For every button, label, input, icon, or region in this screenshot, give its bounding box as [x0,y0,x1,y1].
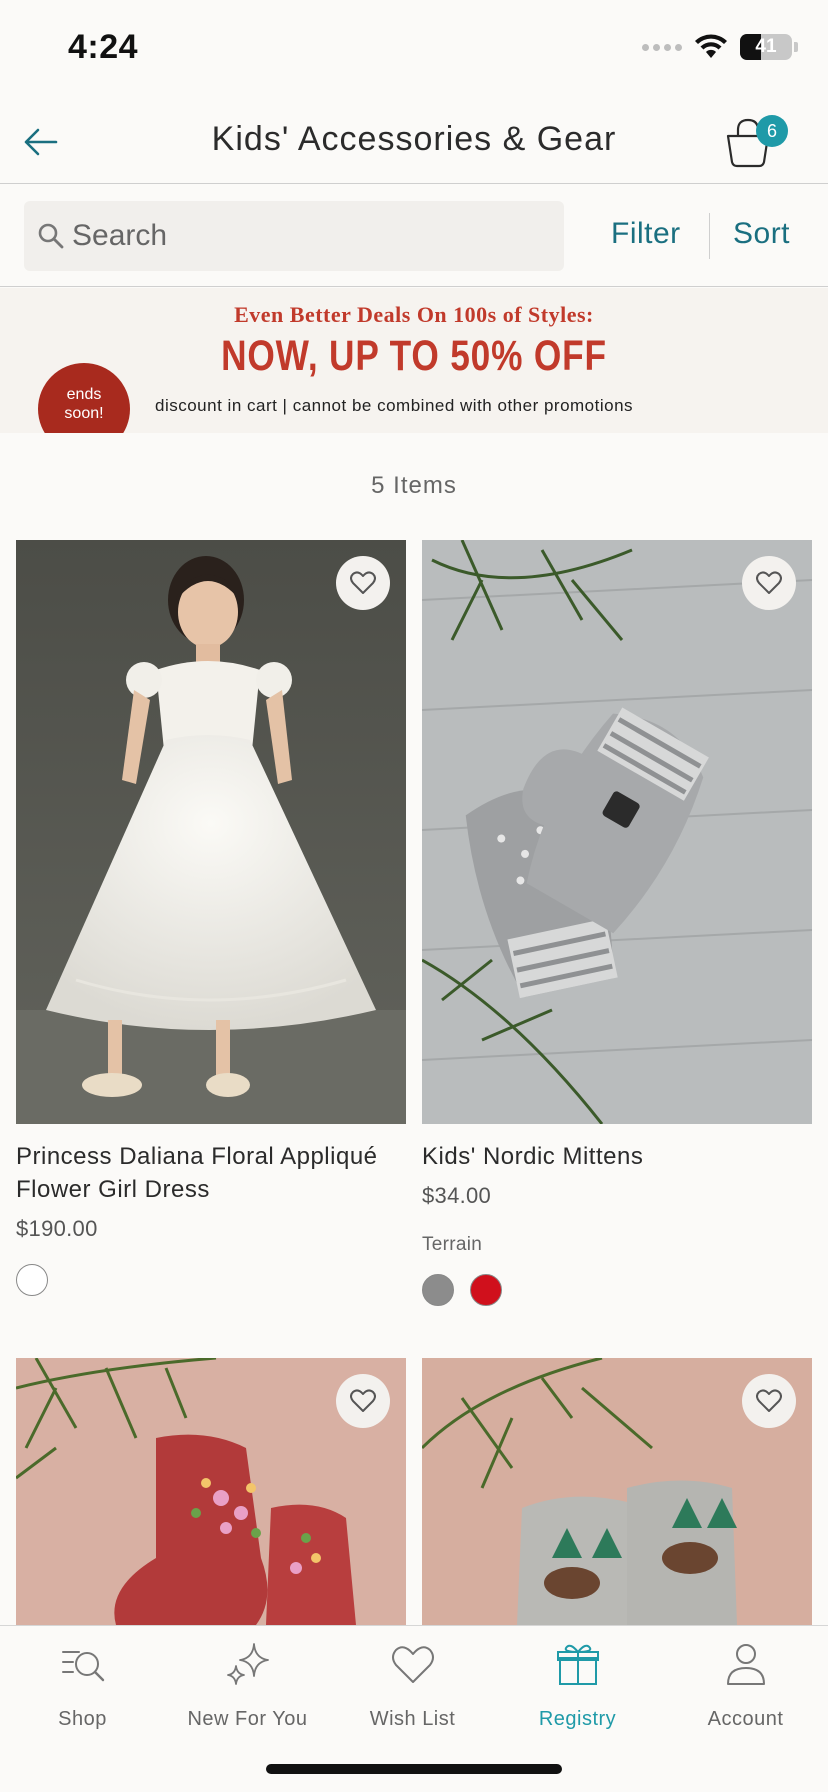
product-card[interactable] [422,1358,812,1628]
status-bar: 4:24 41 [0,0,828,100]
tab-label: Account [707,1708,784,1730]
cart-count-badge: 6 [756,115,788,147]
color-swatch[interactable] [470,1274,502,1306]
product-brand: Terrain [422,1234,483,1255]
tab-account[interactable]: Account [663,1626,828,1746]
page-title: Kids' Accessories & Gear [211,120,617,158]
tab-label: Wish List [369,1708,456,1730]
color-swatch[interactable] [16,1264,48,1296]
mittens-photo [422,540,812,1124]
product-price: $34.00 [422,1183,492,1208]
gift-icon [556,1644,599,1685]
tab-label: New For You [187,1708,308,1730]
person-icon [726,1644,765,1685]
search-input[interactable] [72,201,552,271]
promo-banner[interactable]: Even Better Deals On 100s of Styles: NOW… [0,288,828,433]
search-filter-bar: Filter Sort [0,185,828,287]
product-image[interactable] [422,540,812,1124]
shop-search-icon [61,1651,104,1682]
product-name[interactable]: Princess Daliana Floral Appliqué Flower … [16,1140,416,1206]
promo-headline: NOW, UP TO 50% OFF [221,332,607,380]
wishlist-button[interactable] [336,1374,390,1428]
wishlist-button[interactable] [742,556,796,610]
wifi-icon [695,34,727,58]
results-count: 5 Items [371,472,457,499]
product-image[interactable] [16,1358,406,1625]
tab-label: Shop [58,1708,107,1730]
heart-icon [350,571,376,594]
product-image[interactable] [16,540,406,1124]
tab-registry[interactable]: Registry [495,1626,660,1746]
color-swatches [422,1274,502,1306]
cellular-signal-icon [642,43,682,51]
sparkle-icon [226,1643,269,1685]
color-swatches [16,1264,48,1296]
app-header: Kids' Accessories & Gear 6 [0,100,828,184]
status-time: 4:24 [68,28,139,66]
heart-icon [350,1389,376,1412]
sort-button[interactable]: Sort [733,217,790,251]
heart-icon [391,1646,434,1683]
wishlist-button[interactable] [336,556,390,610]
product-price: $190.00 [16,1216,98,1241]
product-name[interactable]: Kids' Nordic Mittens [422,1140,822,1173]
search-box[interactable] [24,201,564,271]
product-image[interactable] [422,1358,812,1625]
wishlist-button[interactable] [742,1374,796,1428]
tab-new-for-you[interactable]: New For You [165,1626,330,1746]
heart-icon [756,1389,782,1412]
tab-shop[interactable]: Shop [0,1626,165,1746]
filter-button[interactable]: Filter [611,217,681,251]
dress-photo [16,540,406,1124]
promo-subtitle: Even Better Deals On 100s of Styles: [234,302,594,327]
battery-icon: 41 [740,34,792,60]
heart-icon [756,571,782,594]
tab-label: Registry [538,1708,617,1730]
status-indicators: 41 [642,34,798,60]
color-swatch[interactable] [422,1274,454,1306]
product-card[interactable]: Princess Daliana Floral Appliqué Flower … [16,540,406,1300]
search-icon [38,223,64,249]
badge-line-2: soon! [64,405,104,422]
product-card[interactable]: Kids' Nordic Mittens $34.00 Terrain [422,540,812,1320]
tab-wish-list[interactable]: Wish List [330,1626,495,1746]
battery-level: 41 [755,36,777,57]
product-card[interactable] [16,1358,406,1628]
divider [709,213,710,259]
promo-fine-print: discount in cart | cannot be combined wi… [155,396,634,415]
badge-line-1: ends [66,386,102,403]
home-indicator[interactable] [266,1764,562,1774]
